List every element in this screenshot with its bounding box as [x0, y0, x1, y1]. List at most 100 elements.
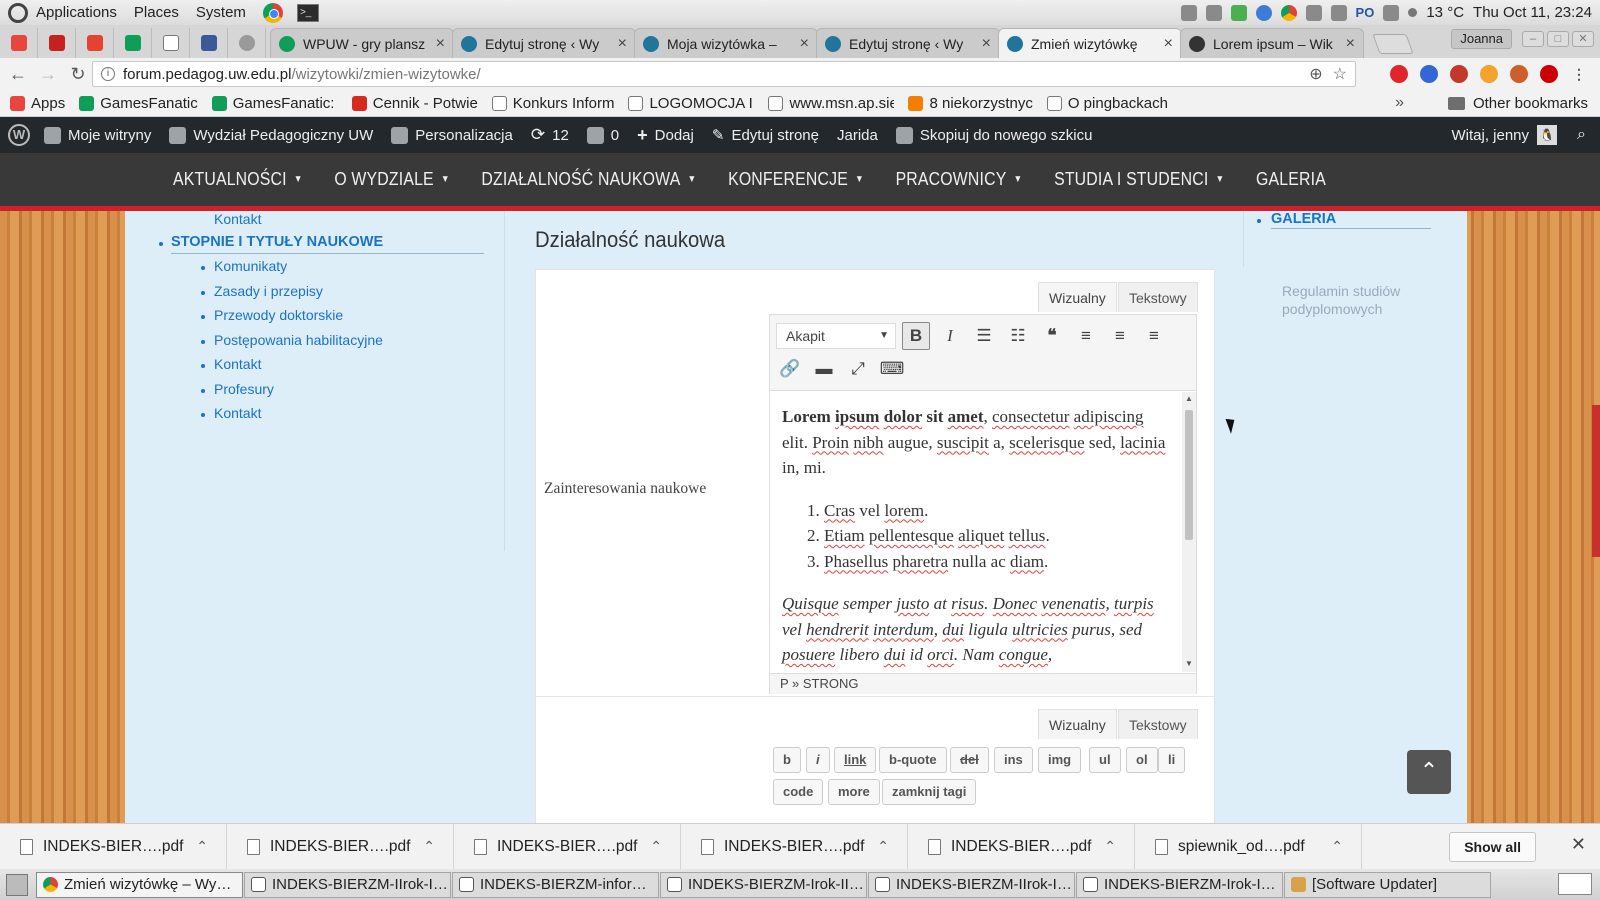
bookmark-item[interactable]: Cennik - Potwie	[351, 95, 478, 112]
extension-icon[interactable]	[1510, 65, 1528, 83]
scroll-down-icon[interactable]: ▼	[1185, 659, 1193, 668]
sidebar-link-kontakt-top[interactable]: Kontakt	[214, 211, 261, 227]
notifier-icon[interactable]	[1180, 4, 1197, 21]
bookmark-item[interactable]: Konkurs Inform	[491, 95, 614, 112]
minimize-button[interactable]: –	[1522, 31, 1544, 47]
download-item[interactable]: INDEKS-BIER….pdf ⌃	[908, 823, 1135, 870]
close-window-button[interactable]: ✕	[1572, 31, 1594, 47]
format-select[interactable]: Akapit ▼	[776, 323, 896, 349]
admin-theme[interactable]: Jarida	[837, 127, 878, 144]
tab-close-icon[interactable]: ×	[436, 35, 445, 53]
tab-text[interactable]: Tekstowy	[1118, 282, 1198, 312]
maximize-button[interactable]: □	[1547, 31, 1569, 47]
browser-tab[interactable]: Zmień wizytówkę ×	[998, 28, 1182, 58]
quicktag-button[interactable]: b	[773, 747, 801, 773]
taskbar-window[interactable]: INDEKS-BIERZM-Irok-II…	[660, 871, 867, 898]
applications-menu[interactable]: Applications	[36, 4, 117, 21]
nav-item[interactable]: KONFERENCJE ▼	[728, 169, 864, 190]
pinned-tab-doc[interactable]	[152, 28, 190, 58]
nav-item[interactable]: DZIAŁALNOŚĆ NAUKOWA ▼	[481, 169, 696, 190]
admin-site-name[interactable]: Wydział Pedagogiczny UW	[169, 126, 373, 144]
taskbar-window[interactable]: INDEKS-BIERZM-IIrok-I…	[868, 871, 1075, 898]
pinned-tab-facebook[interactable]	[190, 28, 228, 58]
bluetooth-icon[interactable]	[1255, 4, 1272, 21]
nav-item[interactable]: STUDIA I STUDENCI ▼	[1054, 169, 1224, 190]
more-bookmarks-button[interactable]: »	[1395, 94, 1404, 112]
k-icon[interactable]	[1330, 4, 1347, 21]
keyboard-layout[interactable]: PO	[1356, 5, 1375, 20]
wordpress-logo-icon[interactable]: W	[8, 124, 30, 146]
taskbar-window[interactable]: INDEKS-BIERZM-Irok-I…	[1076, 871, 1283, 898]
admin-new-content[interactable]: + Dodaj	[637, 125, 694, 146]
show-all-downloads-button[interactable]: Show all	[1449, 832, 1536, 862]
sidebar-heading[interactable]: STOPNIE I TYTUŁY NAUKOWE	[171, 234, 484, 254]
back-button[interactable]: ←	[6, 64, 30, 85]
chevron-up-icon[interactable]: ⌃	[650, 838, 662, 855]
show-desktop-button[interactable]	[6, 873, 28, 896]
pinned-tab-settings[interactable]	[228, 28, 266, 58]
bold-button[interactable]: B	[902, 322, 930, 350]
reload-button[interactable]: ↻	[66, 64, 90, 85]
scroll-thumb[interactable]	[1185, 410, 1193, 540]
tab-close-icon[interactable]: ×	[1164, 35, 1173, 53]
pinned-tab-todoist[interactable]	[76, 28, 114, 58]
system-menu[interactable]: System	[196, 4, 246, 21]
quicktag-button[interactable]: img	[1038, 747, 1082, 773]
admin-customize[interactable]: Personalizacja	[391, 126, 513, 144]
tab-close-icon[interactable]: ×	[800, 35, 809, 53]
editor-content[interactable]: Lorem ipsum dolor sit amet, consectetur …	[770, 392, 1182, 672]
tab-close-icon[interactable]: ×	[982, 35, 991, 53]
pinned-tab-sheets[interactable]	[114, 28, 152, 58]
admin-copy-draft[interactable]: Skopiuj do nowego szkicu	[895, 126, 1092, 144]
profile-button[interactable]: Joanna	[1451, 29, 1512, 49]
admin-account[interactable]: Witaj, jenny 🐧 ⌕	[1452, 125, 1586, 145]
workspace-switcher[interactable]	[1558, 873, 1592, 895]
sidebar-item[interactable]: Kontakt	[183, 405, 383, 430]
read-more-button[interactable]: ▬	[810, 355, 838, 383]
download-item[interactable]: INDEKS-BIER….pdf ⌃	[681, 823, 908, 870]
fullscreen-button[interactable]: ⤢	[844, 355, 872, 383]
browser-tab[interactable]: WPUW - gry plansz ×	[270, 28, 454, 58]
clock[interactable]: Thu Oct 11, 23:24	[1473, 4, 1592, 21]
quicktag-button[interactable]: del	[950, 747, 989, 773]
sidebar-item[interactable]: Postępowania habilitacyjne	[183, 332, 383, 357]
nav-item[interactable]: O WYDZIALE ▼	[334, 169, 449, 190]
pinned-tab-gmail[interactable]	[0, 28, 38, 58]
nav-item[interactable]: AKTUALNOŚCI ▼	[173, 169, 303, 190]
zoom-icon[interactable]: ⊕	[1309, 64, 1322, 84]
sidebar-item[interactable]: Komunikaty	[183, 258, 383, 283]
quicktag-button[interactable]: b-quote	[879, 747, 947, 773]
other-bookmarks[interactable]: Other bookmarks	[1447, 95, 1588, 112]
editor-scrollbar[interactable]: ▲ ▼	[1182, 392, 1196, 672]
chrome-launcher-icon[interactable]	[262, 2, 283, 23]
bookmark-item[interactable]: Apps	[10, 95, 65, 112]
chevron-up-icon[interactable]: ⌃	[1104, 838, 1116, 855]
sidebar-item[interactable]: Kontakt	[183, 356, 383, 381]
scroll-to-top-button[interactable]: ⌃	[1407, 750, 1451, 794]
chevron-up-icon[interactable]: ⌃	[1331, 838, 1343, 855]
quicktag-button[interactable]: code	[773, 779, 824, 805]
scroll-up-icon[interactable]: ▲	[1185, 394, 1193, 403]
download-item[interactable]: INDEKS-BIER….pdf ⌃	[454, 823, 681, 870]
volume-icon[interactable]	[1383, 4, 1400, 21]
quicktag-button[interactable]: more	[828, 779, 880, 805]
bookmark-star-icon[interactable]: ☆	[1333, 64, 1347, 84]
tab-visual-2[interactable]: Wizualny	[1038, 709, 1117, 739]
admin-comments[interactable]: 0	[586, 126, 619, 144]
pin-icon[interactable]	[1420, 65, 1438, 83]
sidebar-link-galeria[interactable]: GALERIA	[1271, 211, 1431, 229]
download-item[interactable]: INDEKS-BIER….pdf ⌃	[0, 823, 227, 870]
browser-tab[interactable]: Edytuj stronę ‹ Wy ×	[816, 28, 1000, 58]
info-icon[interactable]: i	[101, 67, 115, 81]
admin-edit-page[interactable]: ✎ Edytuj stronę	[712, 126, 819, 145]
chrome-tray-icon[interactable]	[1280, 4, 1297, 21]
sidebar-item[interactable]: Przewody doktorskie	[183, 307, 383, 332]
quicktag-button[interactable]: li	[1158, 747, 1186, 773]
tab-close-icon[interactable]: ×	[618, 35, 627, 53]
ubuntu-logo-icon[interactable]	[8, 2, 28, 23]
quicktag-button[interactable]: ul	[1089, 747, 1121, 773]
phone-icon[interactable]	[1205, 4, 1222, 21]
blockquote-button[interactable]: ❝	[1038, 322, 1066, 350]
search-icon[interactable]: ⌕	[1577, 126, 1586, 144]
evernote-icon[interactable]	[1230, 4, 1247, 21]
